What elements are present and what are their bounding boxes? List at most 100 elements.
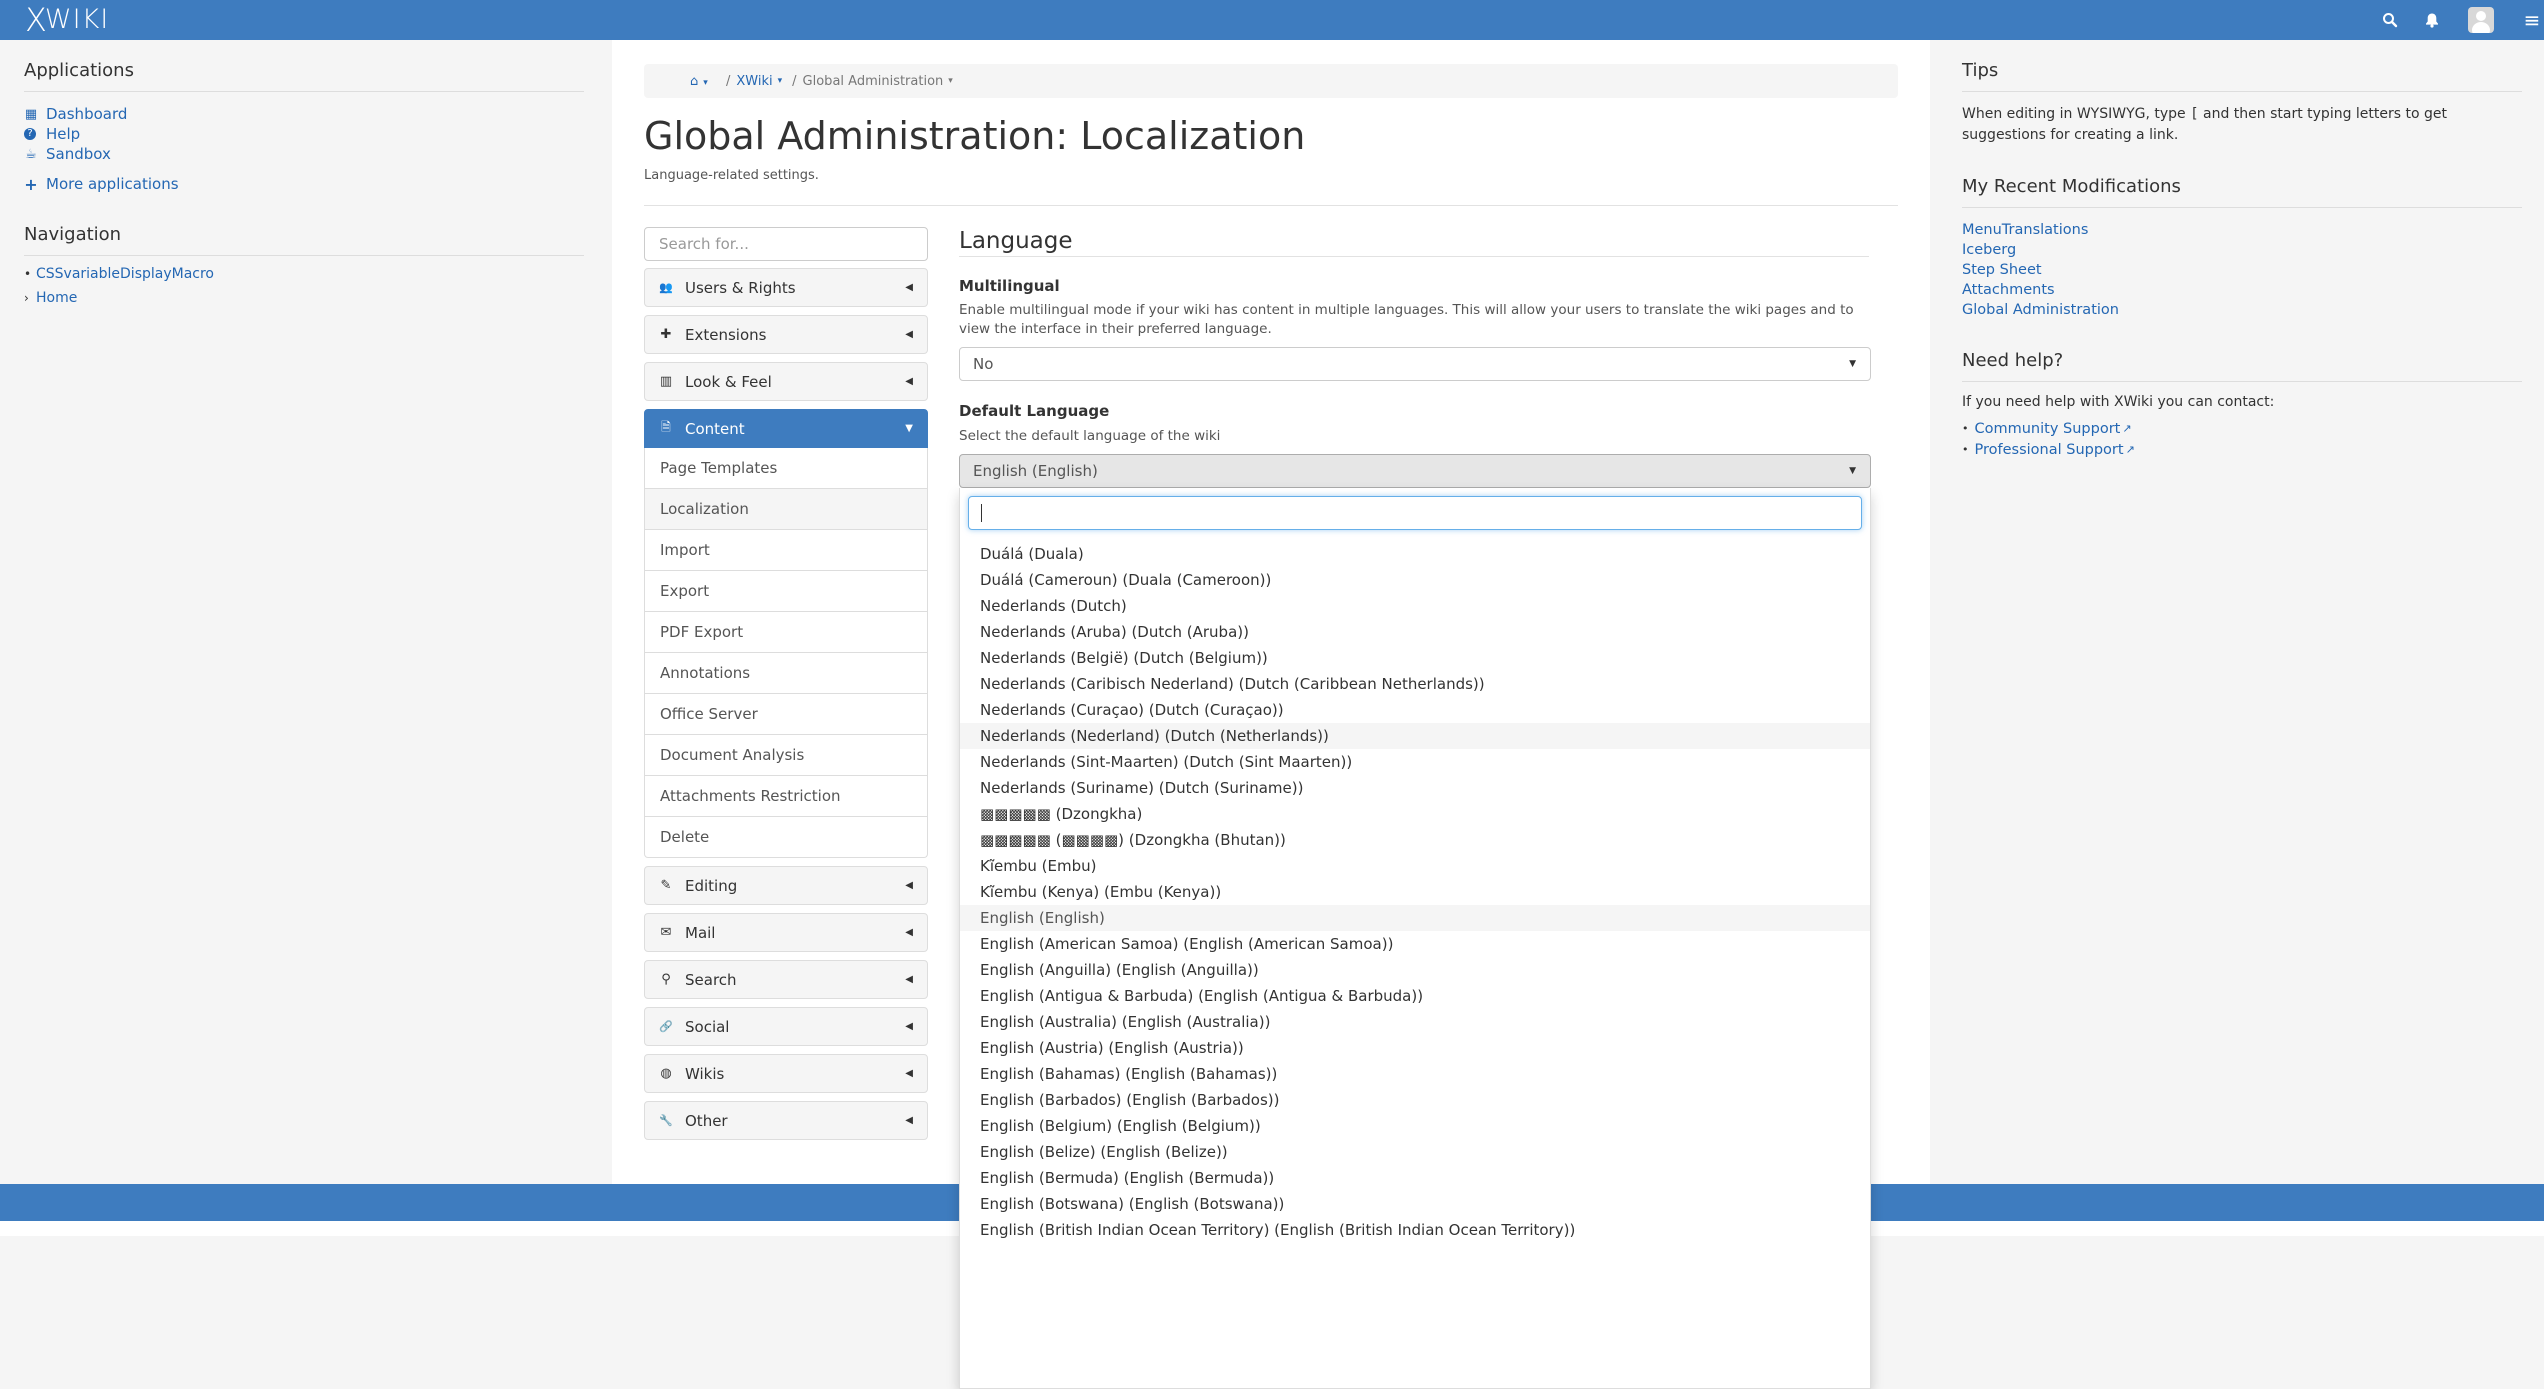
language-option[interactable]: Duálá (Cameroun) (Duala (Cameroon)) <box>960 567 1870 593</box>
language-option[interactable]: Nederlands (Curaçao) (Dutch (Curaçao)) <box>960 697 1870 723</box>
app-link[interactable]: Help <box>46 125 80 143</box>
caret-left-icon: ◀ <box>905 880 913 891</box>
bullet-icon: • <box>24 267 32 281</box>
recent-mod-link[interactable]: Iceberg <box>1962 242 2016 258</box>
chevron-down-icon[interactable]: ▾ <box>948 76 953 86</box>
help-item-community[interactable]: • Community Support ↗ <box>1962 418 2522 439</box>
admin-category-wikis[interactable]: ◍ Wikis ◀ <box>644 1054 928 1093</box>
recent-mod-link[interactable]: Attachments <box>1962 282 2055 298</box>
admin-category-search[interactable]: ⚲ Search ◀ <box>644 960 928 999</box>
language-option[interactable]: English (Belize) (English (Belize)) <box>960 1139 1870 1165</box>
admin-item-page-templates[interactable]: Page Templates <box>644 448 928 489</box>
language-option[interactable]: Nederlands (Suriname) (Dutch (Suriname)) <box>960 775 1870 801</box>
admin-menu-search-input[interactable]: Search for... <box>644 227 928 261</box>
app-link[interactable]: Sandbox <box>46 145 111 163</box>
recent-mod-item[interactable]: Attachments <box>1962 280 2522 300</box>
app-link[interactable]: More applications <box>46 175 179 193</box>
language-option[interactable]: Nederlands (Aruba) (Dutch (Aruba)) <box>960 619 1870 645</box>
app-more-applications[interactable]: + More applications <box>24 174 584 194</box>
admin-item-document-analysis[interactable]: Document Analysis <box>644 735 928 776</box>
language-option[interactable]: English (Austria) (English (Austria)) <box>960 1035 1870 1061</box>
admin-category-mail[interactable]: ✉ Mail ◀ <box>644 913 928 952</box>
language-option[interactable]: Nederlands (België) (Dutch (Belgium)) <box>960 645 1870 671</box>
chevron-down-icon[interactable]: ▾ <box>778 76 783 86</box>
drawer-menu-button[interactable]: ≡ <box>2520 0 2544 40</box>
admin-item-localization[interactable]: Localization <box>644 489 928 530</box>
language-option[interactable]: English (Bermuda) (English (Bermuda)) <box>960 1165 1870 1191</box>
language-option[interactable]: Nederlands (Sint-Maarten) (Dutch (Sint M… <box>960 749 1870 775</box>
bell-icon <box>2426 13 2438 28</box>
right-panels: Tips When editing in WYSIWYG, type [ and… <box>1962 40 2522 460</box>
language-option[interactable]: ▩▩▩▩▩ (Dzongkha) <box>960 801 1870 827</box>
recent-mod-link[interactable]: MenuTranslations <box>1962 222 2088 238</box>
language-option-highlighted[interactable]: Nederlands (Nederland) (Dutch (Netherlan… <box>960 723 1870 749</box>
language-option[interactable]: Nederlands (Caribisch Nederland) (Dutch … <box>960 671 1870 697</box>
nav-item-cssvariabledisplaymacro[interactable]: • CSSvariableDisplayMacro <box>24 262 584 286</box>
admin-item-import[interactable]: Import <box>644 530 928 571</box>
language-option[interactable]: Kĩembu (Kenya) (Embu (Kenya)) <box>960 879 1870 905</box>
recent-mod-link[interactable]: Step Sheet <box>1962 262 2042 278</box>
breadcrumb-xwiki[interactable]: XWiki <box>736 74 772 89</box>
language-option-selected[interactable]: English (English) <box>960 905 1870 931</box>
admin-item-delete[interactable]: Delete <box>644 817 928 858</box>
caret-left-icon: ◀ <box>905 927 913 938</box>
notifications-button[interactable] <box>2420 0 2444 40</box>
admin-category-extensions[interactable]: ✚ Extensions ◀ <box>644 315 928 354</box>
user-avatar-button[interactable] <box>2466 0 2496 40</box>
help-item-professional[interactable]: • Professional Support ↗ <box>1962 439 2522 460</box>
language-option[interactable]: English (Barbados) (English (Barbados)) <box>960 1087 1870 1113</box>
nav-item-home[interactable]: › Home <box>24 286 584 310</box>
admin-item-annotations[interactable]: Annotations <box>644 653 928 694</box>
language-option[interactable]: English (Belgium) (English (Belgium)) <box>960 1113 1870 1139</box>
language-option[interactable]: English (American Samoa) (English (Ameri… <box>960 931 1870 957</box>
admin-category-editing[interactable]: ✎ Editing ◀ <box>644 866 928 905</box>
chevron-right-icon[interactable]: › <box>24 291 36 305</box>
app-sandbox[interactable]: ☕ Sandbox <box>24 144 584 164</box>
nav-link[interactable]: CSSvariableDisplayMacro <box>36 266 214 282</box>
default-language-hint: Select the default language of the wiki <box>959 428 1221 444</box>
top-navbar: X WIKI ≡ <box>0 0 2544 40</box>
applications-panel-title: Applications <box>24 60 134 81</box>
xwiki-logo[interactable]: X WIKI <box>25 3 109 37</box>
language-option[interactable]: Nederlands (Dutch) <box>960 593 1870 619</box>
app-dashboard[interactable]: ▦ Dashboard <box>24 104 584 124</box>
breadcrumb-separator: / <box>726 73 731 89</box>
default-language-select[interactable]: English (English) ▼ <box>959 454 1871 488</box>
recent-mod-item[interactable]: MenuTranslations <box>1962 220 2522 240</box>
community-support-link[interactable]: Community Support <box>1975 421 2121 437</box>
pencil-icon: ✎ <box>660 878 672 893</box>
language-option[interactable]: English (Antigua & Barbuda) (English (An… <box>960 983 1870 1009</box>
home-icon[interactable]: ⌂ ▾ <box>690 74 708 89</box>
language-option[interactable]: English (Anguilla) (English (Anguilla)) <box>960 957 1870 983</box>
language-search-input[interactable] <box>968 496 1862 530</box>
language-option[interactable]: English (Australia) (English (Australia)… <box>960 1009 1870 1035</box>
language-option[interactable]: English (British Indian Ocean Territory)… <box>960 1217 1870 1243</box>
recent-mod-item[interactable]: Iceberg <box>1962 240 2522 260</box>
nav-link[interactable]: Home <box>36 290 77 306</box>
admin-category-other[interactable]: 🔧 Other ◀ <box>644 1101 928 1140</box>
recent-mod-link[interactable]: Global Administration <box>1962 302 2119 318</box>
caret-left-icon: ◀ <box>905 376 913 387</box>
admin-item-export[interactable]: Export <box>644 571 928 612</box>
language-option[interactable]: Kĩembu (Embu) <box>960 853 1870 879</box>
admin-category-users-rights[interactable]: 👥 Users & Rights ◀ <box>644 268 928 307</box>
admin-item-attachments-restriction[interactable]: Attachments Restriction <box>644 776 928 817</box>
admin-category-content[interactable]: 🗎 Content ▼ <box>644 409 928 448</box>
layout-icon: ▥ <box>659 374 673 389</box>
multilingual-select[interactable]: No ▼ <box>959 347 1871 381</box>
language-option[interactable]: English (Bahamas) (English (Bahamas)) <box>960 1061 1870 1087</box>
admin-category-look-feel[interactable]: ▥ Look & Feel ◀ <box>644 362 928 401</box>
recent-mod-item[interactable]: Step Sheet <box>1962 260 2522 280</box>
professional-support-link[interactable]: Professional Support <box>1975 442 2124 458</box>
admin-category-social[interactable]: 🔗 Social ◀ <box>644 1007 928 1046</box>
select-value: English (English) <box>973 462 1098 480</box>
search-button[interactable] <box>2378 0 2402 40</box>
language-option[interactable]: Duálá (Duala) <box>960 541 1870 567</box>
admin-item-office-server[interactable]: Office Server <box>644 694 928 735</box>
app-help[interactable]: ? Help <box>24 124 584 144</box>
language-option[interactable]: English (Botswana) (English (Botswana)) <box>960 1191 1870 1217</box>
admin-item-pdf-export[interactable]: PDF Export <box>644 612 928 653</box>
language-option[interactable]: ▩▩▩▩▩ (▩▩▩▩) (Dzongkha (Bhutan)) <box>960 827 1870 853</box>
app-link[interactable]: Dashboard <box>46 105 127 123</box>
recent-mod-item[interactable]: Global Administration <box>1962 300 2522 320</box>
